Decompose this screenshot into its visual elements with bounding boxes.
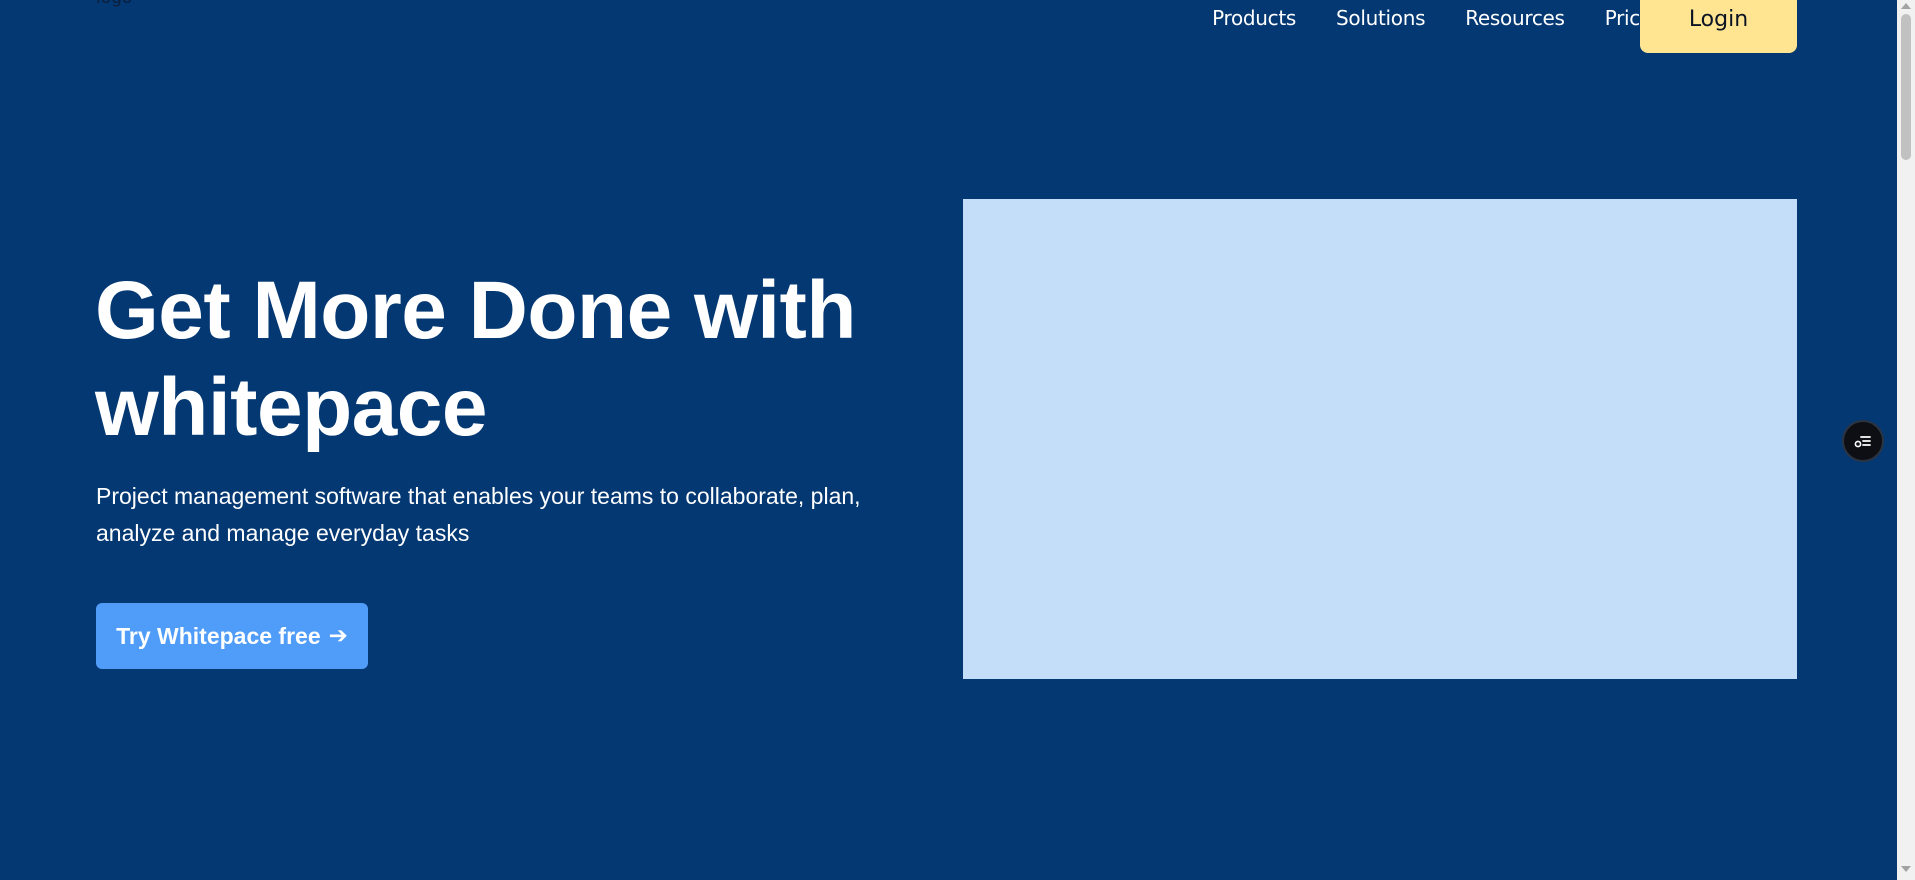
- main-nav: Products Solutions Resources Pricing: [1212, 0, 1670, 36]
- scrollbar-thumb[interactable]: [1901, 14, 1911, 160]
- hero-subtitle: Project management software that enables…: [96, 478, 916, 552]
- nav-link-products[interactable]: Products: [1212, 6, 1296, 30]
- hero-title-line-2: whitepace: [95, 362, 487, 453]
- filter-settings-icon: [1854, 436, 1871, 448]
- logo[interactable]: logo: [96, 0, 132, 8]
- scroll-up-arrow-icon[interactable]: [1901, 3, 1911, 9]
- hero-subtitle-line-1: Project management software that enables…: [96, 483, 861, 509]
- cta-label: Try Whitepace free: [116, 622, 321, 649]
- nav-link-resources[interactable]: Resources: [1465, 6, 1565, 30]
- try-whitepace-free-button[interactable]: Try Whitepace free ➔: [96, 603, 368, 669]
- vertical-scrollbar[interactable]: [1897, 0, 1915, 880]
- scroll-down-arrow-icon[interactable]: [1901, 866, 1911, 872]
- login-button[interactable]: Login: [1640, 0, 1797, 53]
- floating-settings-button[interactable]: [1842, 420, 1884, 462]
- hero-title: Get More Done with whitepace: [95, 262, 915, 456]
- nav-link-solutions[interactable]: Solutions: [1336, 6, 1426, 30]
- landing-page: logo Products Solutions Resources Pricin…: [0, 0, 1915, 880]
- hero-subtitle-line-2: analyze and manage everyday tasks: [96, 520, 470, 546]
- hero-image-placeholder: [963, 199, 1797, 679]
- hero-title-line-1: Get More Done with: [95, 265, 856, 356]
- arrow-right-icon: ➔: [328, 623, 348, 649]
